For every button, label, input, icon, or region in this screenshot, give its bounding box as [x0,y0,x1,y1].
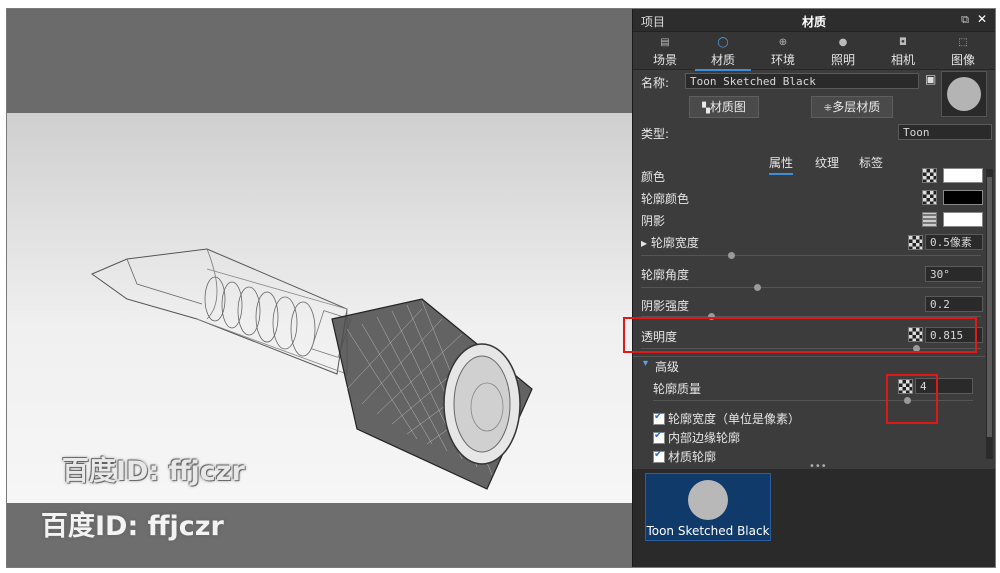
pixel-units-label: 轮廓宽度（单位是像素） [668,412,801,426]
outline-angle-label: 轮廓角度 [641,268,690,282]
property-subtabs: 属性 纹理 标签 [633,152,995,175]
tab-camera-label: 相机 [890,53,915,67]
outline-width-field[interactable]: 0.5像素 [925,234,983,250]
tab-image-label: 图像 [950,53,975,67]
tab-scene[interactable]: ▤ 场景 [637,32,693,69]
outline-color-swatch[interactable] [943,190,983,205]
tab-environment[interactable]: ⊕ 环境 [755,32,811,69]
camera-icon: ◘ [899,37,907,48]
material-preview[interactable] [941,71,987,117]
advanced-label: 高级 [655,360,680,374]
outline-width-label: ▸ 轮廓宽度 [641,236,699,250]
name-label: 名称: [641,76,670,90]
float-icon[interactable]: ⧉ [961,13,969,27]
properties-scrollbar[interactable] [986,169,993,459]
render-viewport[interactable]: 百度ID: ffjczr 百度ID: ffjczr [7,9,632,567]
watermark-upper: 百度ID: ffjczr [62,456,245,487]
tab-material[interactable]: ◯ 材质 [695,32,751,71]
save-icon[interactable]: ▣ [925,72,936,86]
viewport-top-band [7,9,632,113]
library-item-toon-sketched-black[interactable]: Toon Sketched Black [645,473,771,541]
tab-environment-label: 环境 [770,53,795,67]
panel-title: 材质 [801,15,826,29]
inner-edges-checkbox[interactable] [653,430,665,444]
type-label: 类型: [641,127,670,141]
multilayer-button[interactable]: ⁜多层材质 [811,96,893,118]
subtab-properties[interactable]: 属性 [769,154,794,175]
tab-lighting[interactable]: ● 照明 [815,32,871,69]
texture-icon[interactable] [922,190,937,205]
collapse-icon: ▾ [643,358,649,369]
shadow-strength-field[interactable]: 0.2 [925,296,983,312]
material-panel: 项目 材质 ⧉ ✕ ▤ 场景 ◯ 材质 ⊕ 环境 ● 照明 ◘ 相机 ⬚ 图像 … [623,9,995,567]
scrollbar-thumb[interactable] [987,177,992,437]
pixel-units-checkbox[interactable] [653,411,665,425]
tab-image[interactable]: ⬚ 图像 [935,32,991,69]
subtab-textures[interactable]: 纹理 [815,154,839,171]
outline-angle-knob[interactable] [754,284,761,291]
scene-icon: ▤ [660,37,670,48]
lighting-icon: ● [838,37,848,48]
material-outline-checkbox[interactable] [653,449,665,463]
subtab-labels[interactable]: 标签 [859,154,883,171]
layers-icon: ⁜ [823,103,833,114]
material-library: Toon Sketched Black [633,469,995,567]
material-outline-label: 材质轮廓 [668,450,717,464]
image-icon: ⬚ [958,37,968,48]
gradient-icon[interactable] [922,212,937,227]
shadow-label: 阴影 [641,214,666,228]
tab-camera[interactable]: ◘ 相机 [875,32,931,69]
material-graph-button[interactable]: ▚材质图 [689,96,759,118]
app-window: 百度ID: ffjczr 百度ID: ffjczr 项目 材质 ⧉ ✕ ▤ 场景… [6,8,996,568]
tab-scene-label: 场景 [652,53,677,67]
outline-width-knob[interactable] [728,252,735,259]
outline-quality-label: 轮廓质量 [653,382,702,396]
material-graph-label: 材质图 [709,100,746,114]
environment-icon: ⊕ [778,37,788,48]
preview-ball [947,77,981,111]
highlight-box-transparency [623,317,977,353]
multilayer-label: 多层材质 [832,100,881,114]
texture-icon[interactable] [908,235,923,250]
outline-angle-slider[interactable] [641,287,981,288]
outline-color-label: 轮廓颜色 [641,192,690,206]
watermark-lower: 百度ID: ffjczr [41,511,224,542]
material-name-field[interactable]: Toon Sketched Black [685,73,919,89]
close-icon[interactable]: ✕ [977,12,987,26]
material-type-select[interactable]: Toon [898,124,992,140]
color-label: 颜色 [641,170,666,184]
library-item-preview [688,480,728,520]
material-icon: ◯ [717,37,729,48]
outline-width-text: 轮廓宽度 [650,236,699,250]
tab-lighting-label: 照明 [830,53,855,67]
panel-title-bar: 项目 材质 ⧉ ✕ [633,9,995,32]
panel-tabs: ▤ 场景 ◯ 材质 ⊕ 环境 ● 照明 ◘ 相机 ⬚ 图像 [633,32,995,71]
inner-edges-label: 内部边缘轮廓 [668,431,741,445]
library-item-label: Toon Sketched Black [646,524,770,538]
outline-angle-field[interactable]: 30° [925,266,983,282]
highlight-box-quality [886,374,938,424]
outline-width-slider[interactable] [641,255,981,256]
shadow-strength-label: 阴影强度 [641,299,690,313]
advanced-section-header[interactable]: ▾ 高级 [633,356,985,375]
texture-icon[interactable] [922,168,937,183]
graph-icon: ▚ [702,103,710,114]
shadow-color-swatch[interactable] [943,212,983,227]
color-swatch[interactable] [943,168,983,183]
tab-material-label: 材质 [710,53,735,67]
